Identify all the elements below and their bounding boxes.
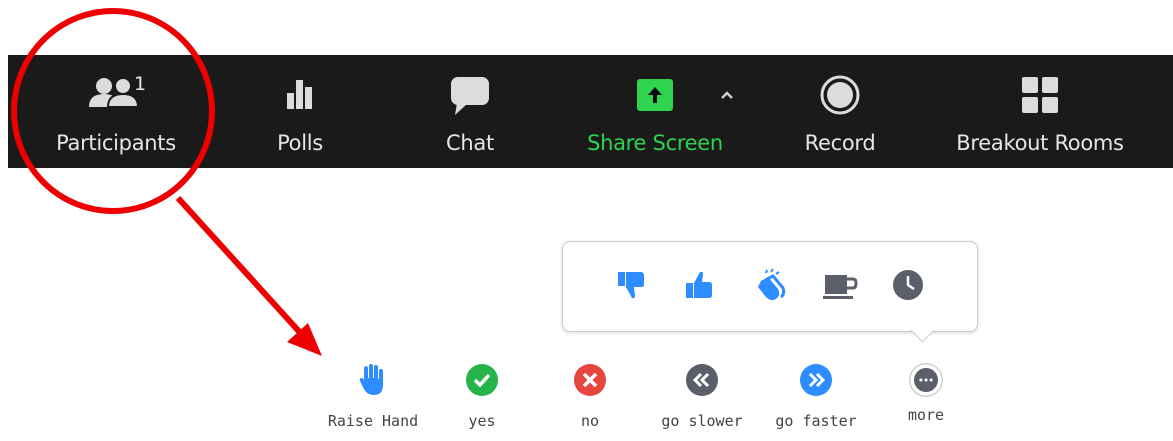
chat-bubble-icon bbox=[447, 65, 493, 125]
annotation-arrow-head bbox=[287, 323, 322, 356]
go-faster-label: go faster bbox=[775, 412, 857, 430]
no-label: no bbox=[580, 412, 600, 430]
clapping-hands-icon[interactable] bbox=[752, 268, 786, 302]
fast-forward-icon bbox=[798, 362, 834, 398]
no-button[interactable]: no bbox=[568, 362, 612, 430]
record-button[interactable]: Record bbox=[795, 55, 885, 168]
share-screen-label: Share Screen bbox=[587, 131, 723, 155]
go-slower-label: go slower bbox=[661, 412, 743, 430]
chat-label: Chat bbox=[446, 131, 494, 155]
record-label: Record bbox=[804, 131, 876, 155]
participants-label: Participants bbox=[56, 131, 176, 155]
share-screen-icon bbox=[633, 65, 677, 125]
meeting-toolbar: 1 Participants Polls Chat Share Screen R… bbox=[8, 55, 1173, 168]
more-button[interactable]: more bbox=[896, 362, 956, 424]
thumbs-up-icon[interactable] bbox=[682, 268, 716, 302]
chevron-up-icon bbox=[717, 65, 737, 125]
polls-button[interactable]: Polls bbox=[260, 55, 340, 168]
record-icon bbox=[818, 65, 862, 125]
thumbs-down-icon[interactable] bbox=[614, 268, 648, 302]
participants-count: 1 bbox=[134, 73, 147, 95]
yes-button[interactable]: yes bbox=[460, 362, 504, 430]
clock-icon[interactable] bbox=[891, 268, 925, 302]
participants-icon: 1 bbox=[76, 65, 156, 125]
coffee-cup-icon[interactable] bbox=[822, 268, 858, 302]
raise-hand-label: Raise Hand bbox=[327, 412, 419, 430]
go-faster-button[interactable]: go faster bbox=[764, 362, 868, 430]
checkmark-icon bbox=[464, 362, 500, 398]
polls-label: Polls bbox=[277, 131, 323, 155]
breakout-rooms-button[interactable]: Breakout Rooms bbox=[940, 55, 1140, 168]
chat-button[interactable]: Chat bbox=[425, 55, 515, 168]
go-slower-button[interactable]: go slower bbox=[650, 362, 754, 430]
more-dots-icon bbox=[908, 362, 944, 398]
annotation-arrow-line bbox=[175, 195, 308, 341]
participants-button[interactable]: 1 Participants bbox=[41, 55, 191, 168]
raise-hand-button[interactable]: Raise Hand bbox=[313, 362, 433, 430]
rewind-icon bbox=[684, 362, 720, 398]
breakout-rooms-icon bbox=[1018, 65, 1062, 125]
raised-hand-icon bbox=[355, 362, 391, 398]
breakout-rooms-label: Breakout Rooms bbox=[956, 131, 1124, 155]
x-mark-icon bbox=[572, 362, 608, 398]
yes-label: yes bbox=[468, 412, 496, 430]
more-label: more bbox=[907, 406, 945, 424]
bar-chart-icon bbox=[280, 65, 320, 125]
share-options-button[interactable] bbox=[712, 55, 742, 168]
